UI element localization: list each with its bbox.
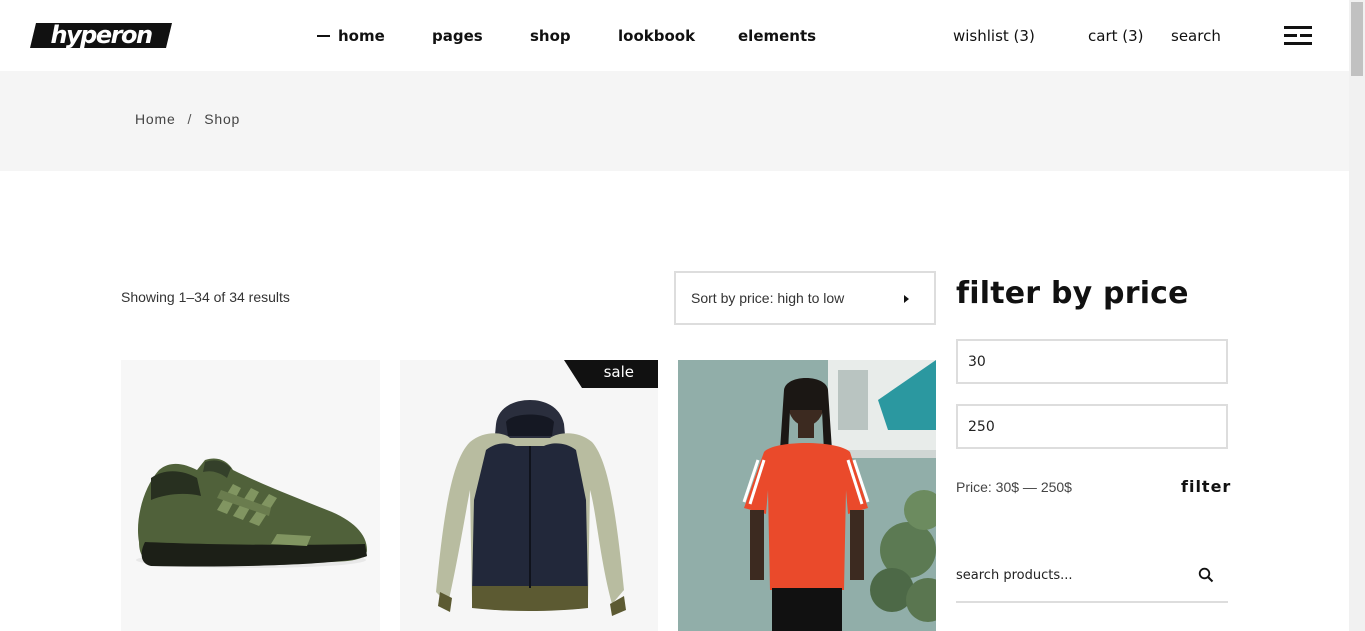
logo-text: hyperon xyxy=(50,21,153,49)
max-price-input[interactable] xyxy=(956,404,1228,449)
product-image-sneaker xyxy=(136,458,367,568)
sale-badge-label: sale xyxy=(603,363,634,381)
nav-elements[interactable]: elements xyxy=(738,25,816,47)
caret-right-icon xyxy=(904,295,909,303)
nav-shop[interactable]: shop xyxy=(530,25,571,47)
breadcrumb-home[interactable]: Home xyxy=(135,111,176,127)
breadcrumb-current: Shop xyxy=(204,111,241,127)
hamburger-icon[interactable] xyxy=(1284,26,1313,45)
logo[interactable]: hyperon xyxy=(30,23,172,48)
wishlist-link[interactable]: wishlist (3) xyxy=(953,25,1035,47)
product-image-model xyxy=(678,360,936,631)
product-image-jacket xyxy=(436,400,626,616)
page: hyperon home pages shop lookbook element… xyxy=(0,0,1365,631)
search-icon[interactable] xyxy=(1198,567,1214,583)
active-dash xyxy=(317,34,330,37)
nav-home-label: home xyxy=(338,27,385,45)
filter-title: filter by price xyxy=(956,276,1189,311)
breadcrumb: Home / Shop xyxy=(135,111,240,127)
nav-home[interactable]: home xyxy=(317,25,385,47)
product-card[interactable] xyxy=(678,360,936,631)
breadcrumb-separator: / xyxy=(187,111,193,127)
product-card[interactable]: sale xyxy=(400,360,658,631)
cart-link[interactable]: cart (3) xyxy=(1088,25,1144,47)
breadcrumb-band: Home / Shop xyxy=(0,71,1349,171)
product-card[interactable] xyxy=(121,360,380,631)
product-search xyxy=(956,555,1228,603)
price-range-text: Price: 30$ — 250$ xyxy=(956,479,1072,495)
filter-button[interactable]: filter xyxy=(1181,477,1231,496)
results-count: Showing 1–34 of 34 results xyxy=(121,289,290,305)
scrollbar[interactable] xyxy=(1349,0,1365,631)
sort-label: Sort by price: high to low xyxy=(691,290,845,306)
nav-lookbook[interactable]: lookbook xyxy=(618,25,695,47)
sale-badge: sale xyxy=(564,360,658,388)
site-header: hyperon home pages shop lookbook element… xyxy=(0,0,1349,71)
scrollbar-thumb[interactable] xyxy=(1351,2,1363,76)
nav-pages[interactable]: pages xyxy=(432,25,483,47)
min-price-input[interactable] xyxy=(956,339,1228,384)
search-products-input[interactable] xyxy=(956,561,1186,589)
sort-select[interactable]: Sort by price: high to low xyxy=(674,271,936,325)
search-link[interactable]: search xyxy=(1171,25,1221,47)
